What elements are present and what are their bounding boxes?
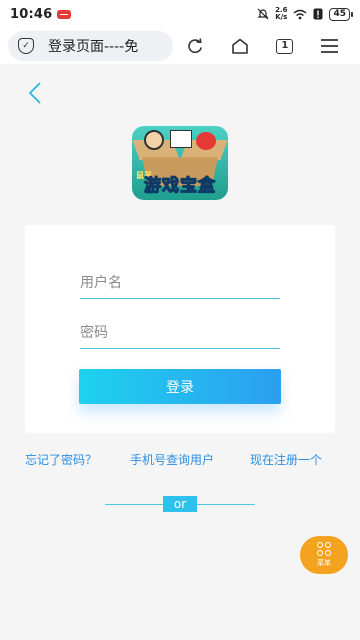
grid-menu-icon bbox=[317, 542, 331, 556]
tabs-button[interactable]: 1 bbox=[262, 38, 307, 54]
back-button[interactable] bbox=[20, 78, 50, 108]
phone-lookup-link[interactable]: 手机号查询用户 bbox=[130, 451, 214, 468]
shield-check-icon: ✓ bbox=[18, 38, 34, 54]
register-link[interactable]: 现在注册一个 bbox=[250, 451, 322, 468]
app-title: 游戏宝盒 bbox=[143, 175, 216, 196]
username-field[interactable] bbox=[80, 267, 280, 299]
username-input[interactable] bbox=[80, 267, 280, 298]
mute-bell-icon bbox=[257, 8, 269, 20]
refresh-button[interactable] bbox=[173, 37, 218, 55]
browser-toolbar: ✓ 登录页面----免 1 bbox=[0, 28, 360, 64]
status-bar: 10:46 2.6 K/s 45 bbox=[0, 0, 360, 28]
home-button[interactable] bbox=[218, 38, 263, 54]
home-icon bbox=[232, 38, 248, 54]
or-divider-label: or bbox=[163, 496, 197, 512]
status-right: 2.6 K/s 45 bbox=[257, 7, 353, 21]
url-fade bbox=[148, 31, 173, 61]
url-bar[interactable]: ✓ 登录页面----免 bbox=[8, 31, 173, 61]
recording-icon bbox=[57, 9, 72, 19]
password-input[interactable] bbox=[80, 317, 280, 348]
wifi-icon bbox=[294, 9, 307, 19]
battery-indicator: 45 bbox=[329, 7, 353, 21]
alert-icon bbox=[313, 8, 323, 20]
menu-button[interactable] bbox=[307, 39, 352, 53]
menu-icon bbox=[321, 39, 339, 53]
back-arrow-icon bbox=[28, 82, 41, 104]
refresh-icon bbox=[188, 37, 202, 53]
password-field[interactable] bbox=[80, 317, 280, 349]
network-speed: 2.6 K/s bbox=[275, 7, 287, 21]
divider-line-right bbox=[197, 504, 255, 505]
status-time: 10:46 bbox=[10, 6, 53, 22]
net-speed-unit: K/s bbox=[275, 13, 288, 21]
tabs-icon: 1 bbox=[276, 38, 294, 54]
app-logo: 鼠哥 游戏宝盒 bbox=[132, 126, 228, 200]
login-card: 登录 bbox=[25, 225, 335, 433]
divider-line-left bbox=[105, 504, 163, 505]
playing-card bbox=[170, 130, 192, 148]
forgot-password-link[interactable]: 忘记了密码？ bbox=[25, 451, 97, 468]
float-menu-button[interactable]: 菜单 bbox=[300, 536, 348, 574]
url-text: 登录页面----免 bbox=[48, 39, 139, 55]
monster-character bbox=[196, 132, 216, 150]
character-face bbox=[144, 130, 164, 150]
login-button[interactable]: 登录 bbox=[79, 369, 281, 404]
float-menu-label: 菜单 bbox=[317, 559, 331, 567]
